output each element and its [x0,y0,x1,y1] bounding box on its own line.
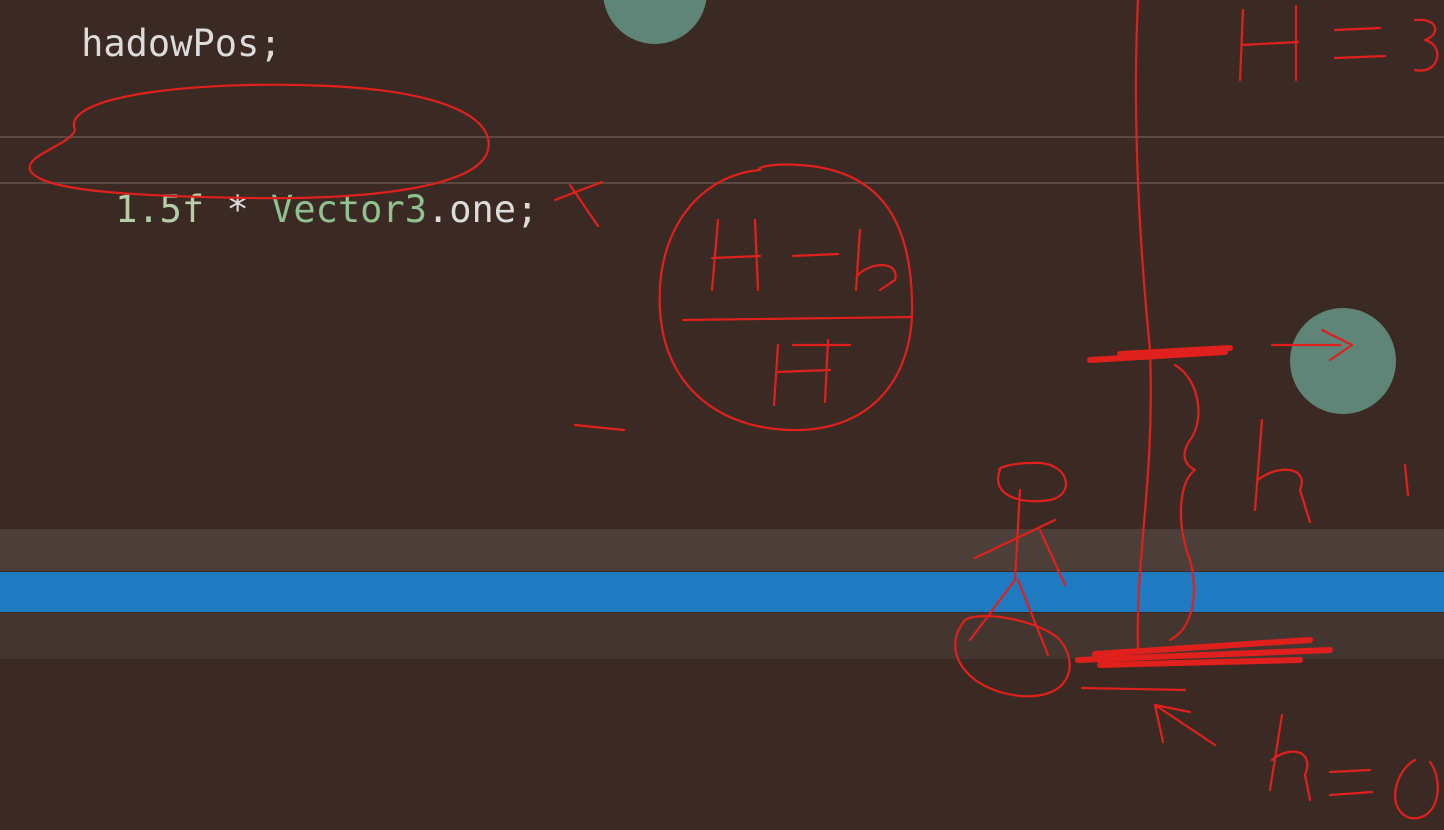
annotation-figure-body [968,488,1067,657]
annotation-figure-base [954,614,1071,698]
annotation-fraction-denominator [772,338,852,407]
annotation-arrow-upleft [1153,703,1217,747]
annotation-fraction-bar [681,315,914,322]
annotation-level-high [1087,345,1233,363]
annotation-ground-line [1075,637,1333,668]
annotation-dash [573,423,626,432]
annotation-fraction-numerator [710,218,897,292]
annotation-label-H-equals [1238,4,1439,82]
annotation-ellipse-code [28,83,490,200]
annotation-label-h-equals-zero [1268,713,1439,820]
annotation-figure-head [997,461,1068,503]
code-editor-canvas: hadowPos; 1.5f * Vector3.one; [0,0,1444,830]
annotation-arrow-right [1270,328,1354,362]
annotation-label-h [1253,418,1312,524]
annotation-ground-thin [1080,686,1187,692]
annotation-brace [1168,363,1200,642]
annotation-circle-fraction [658,163,914,432]
annotation-x-mark [553,180,604,228]
annotation-tick-mark [1403,463,1410,497]
annotation-vertical-line [1134,0,1152,652]
pen-annotation-layer [28,0,1439,820]
